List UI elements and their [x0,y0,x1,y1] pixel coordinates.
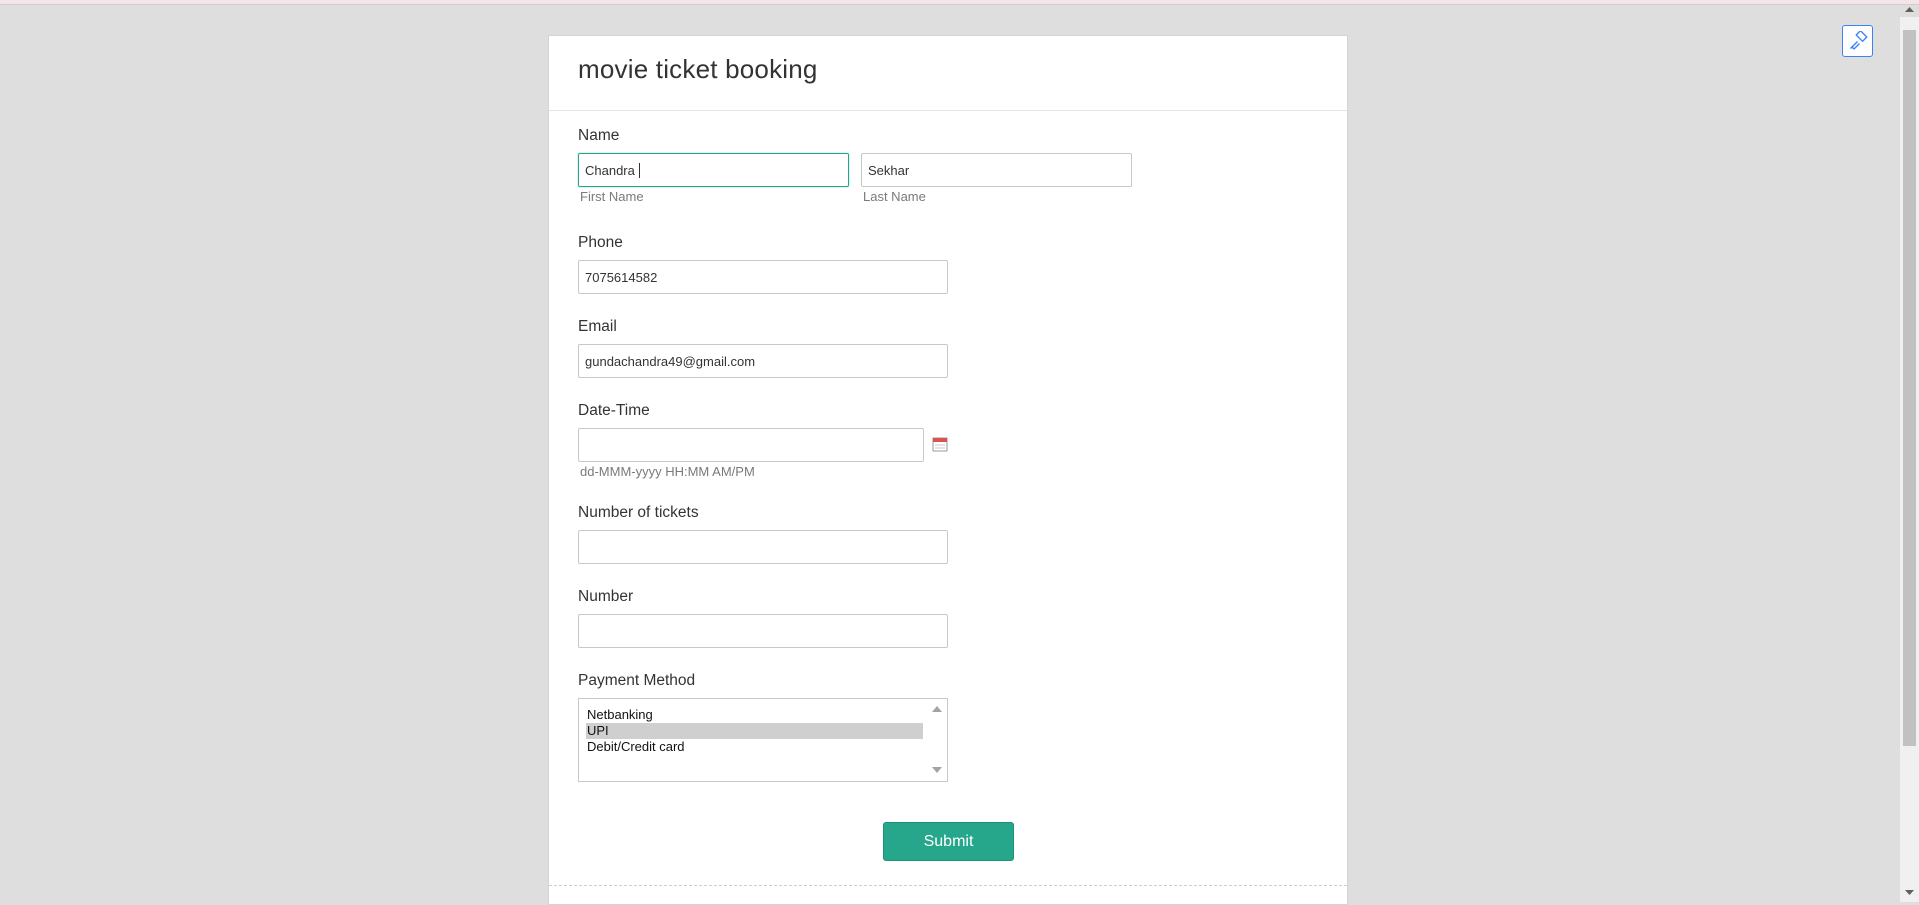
phone-value: 7075614582 [585,269,658,285]
listbox-scrollbar[interactable] [927,699,947,781]
email-input[interactable]: gundachandra49@gmail.com [578,344,948,378]
email-label: Email [578,318,617,335]
page-scrollbar[interactable] [1900,7,1919,902]
tickets-label: Number of tickets [578,504,699,521]
last-name-value: Sekhar [868,162,910,178]
number-input[interactable] [578,614,948,648]
datetime-format-hint: dd-MMM-yyyy HH:MM AM/PM [580,464,755,479]
payment-method-label: Payment Method [578,672,696,689]
payment-option-card[interactable]: Debit/Credit card [586,739,923,755]
phone-input[interactable]: 7075614582 [578,260,948,294]
payment-option-upi[interactable]: UPI [586,723,923,739]
form-card: movie ticket booking Name Chandra First … [548,35,1348,905]
scroll-down-arrow-icon[interactable] [1900,885,1919,902]
paint-roller-icon [1849,31,1868,50]
last-name-hint: Last Name [863,189,926,204]
listbox-scroll-arrows-icon [932,706,942,773]
first-name-input[interactable]: Chandra [578,153,849,187]
calendar-icon[interactable] [932,436,948,452]
email-value: gundachandra49@gmail.com [585,353,756,369]
footer-divider [549,885,1347,886]
number-label: Number [578,588,634,605]
scroll-up-arrow-icon[interactable] [1900,0,1919,17]
first-name-hint: First Name [580,189,644,204]
phone-label: Phone [578,234,623,251]
datetime-label: Date-Time [578,402,650,419]
tickets-input[interactable] [578,530,948,564]
browser-top-strip [0,0,1919,5]
payment-option-netbanking[interactable]: Netbanking [586,707,923,723]
form-title: movie ticket booking [578,54,818,84]
page-scrollbar-thumb[interactable] [1903,30,1916,746]
last-name-input[interactable]: Sekhar [861,153,1132,187]
first-name-value: Chandra [585,162,639,178]
form-header: movie ticket booking [549,36,1347,111]
datetime-input[interactable] [578,428,924,462]
name-label: Name [578,127,620,144]
submit-button[interactable]: Submit [883,822,1014,861]
floating-tool-button[interactable] [1842,25,1873,57]
payment-method-listbox[interactable]: Netbanking UPI Debit/Credit card [578,698,948,782]
text-caret [639,162,641,178]
